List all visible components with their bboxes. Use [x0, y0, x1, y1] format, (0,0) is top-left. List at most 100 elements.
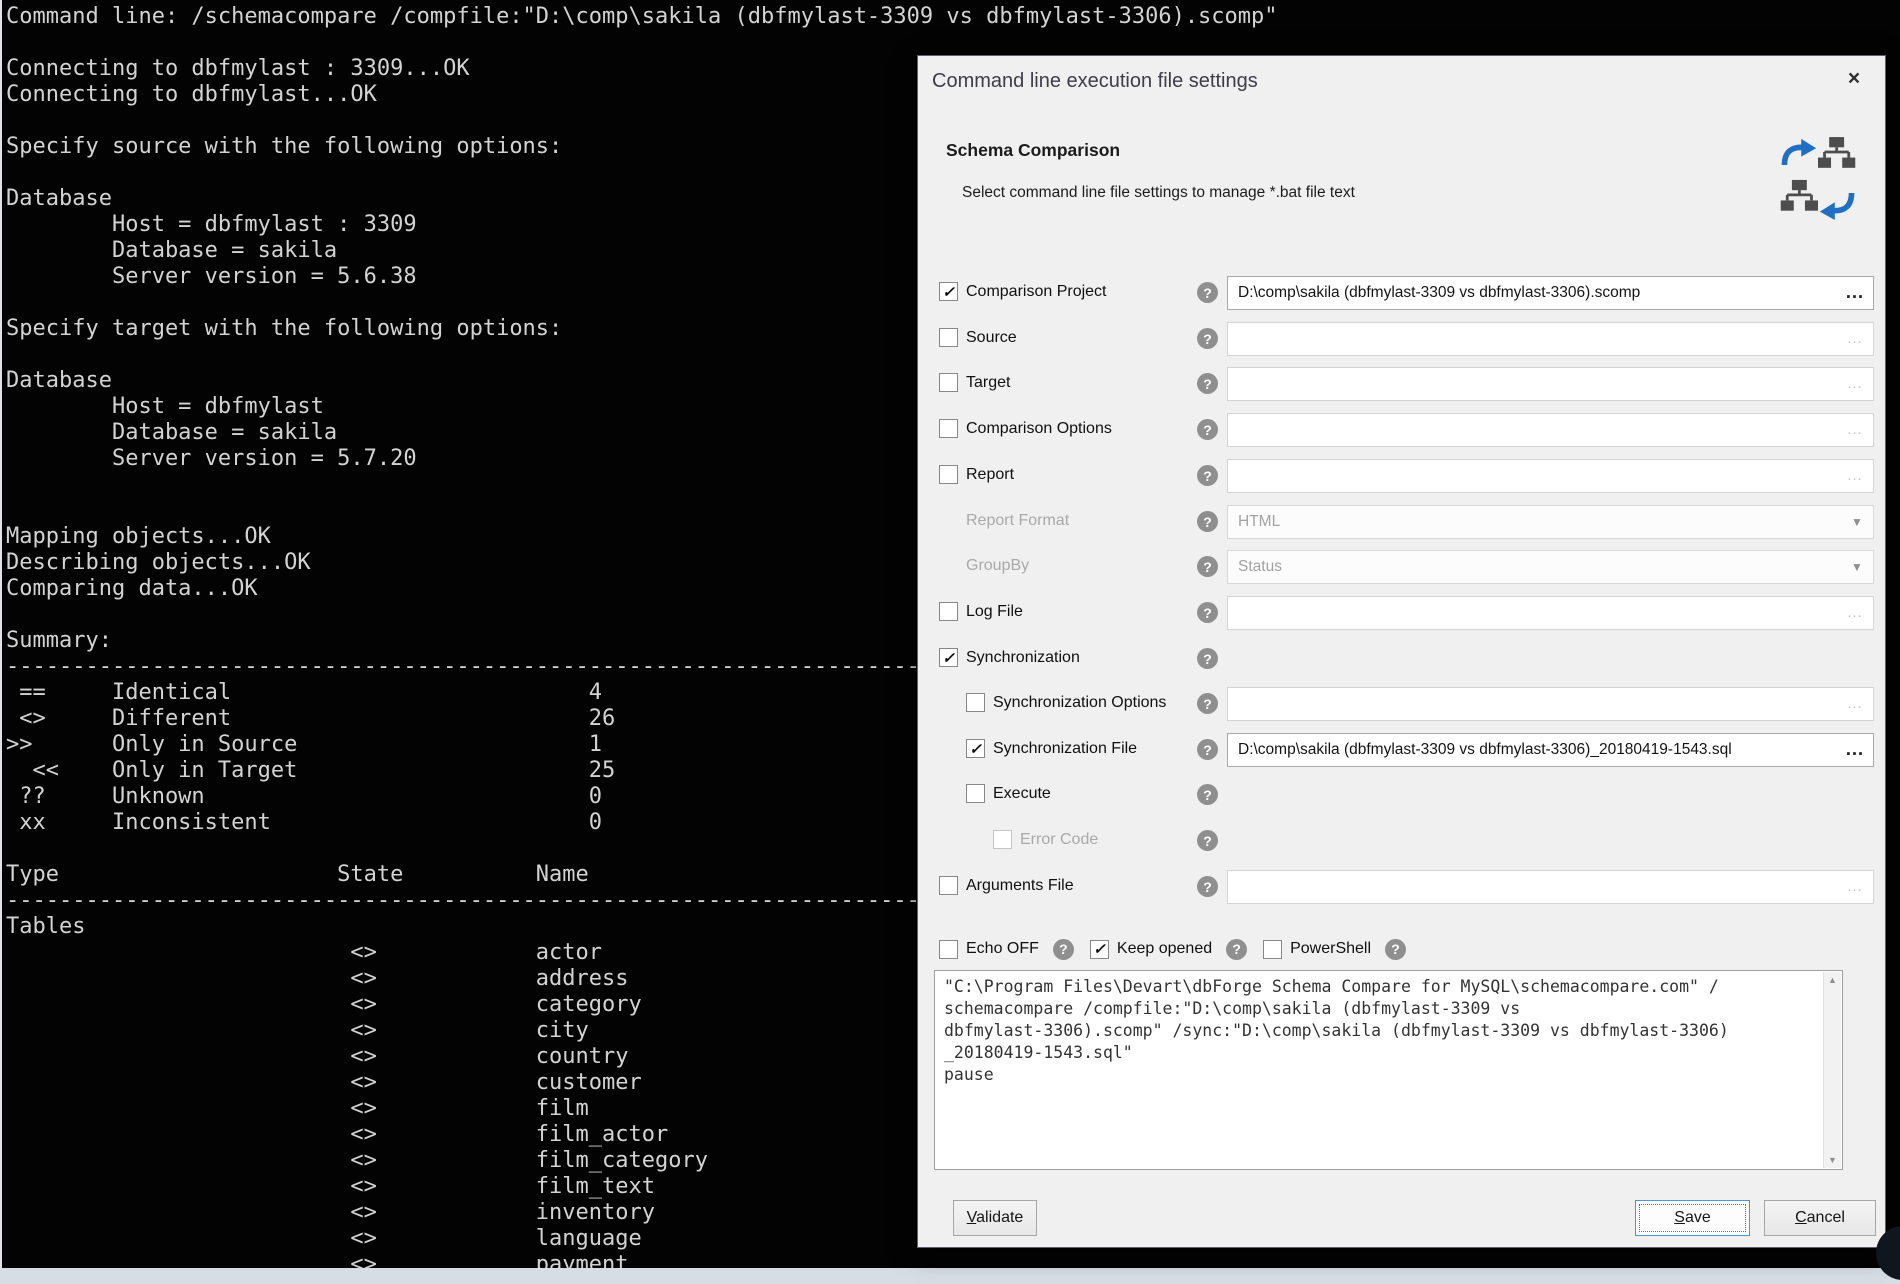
report-input[interactable]: …: [1227, 459, 1874, 493]
echo-off-checkbox[interactable]: [939, 940, 958, 959]
powershell-label: PowerShell: [1290, 940, 1371, 958]
help-icon[interactable]: ?: [1197, 511, 1218, 532]
comparison-project-label: Comparison Project: [966, 283, 1107, 301]
validate-button-label: Validate: [967, 1209, 1024, 1227]
target-checkbox[interactable]: [939, 373, 958, 392]
help-icon[interactable]: ?: [1053, 939, 1074, 960]
help-icon[interactable]: ?: [1226, 939, 1247, 960]
execute-label: Execute: [993, 785, 1051, 803]
bat-options-row: Echo OFF ? ✓ Keep opened ? PowerShell ?: [939, 932, 1422, 966]
row-source: Source ? …: [939, 322, 1874, 356]
schema-comparison-heading: Schema Comparison: [946, 140, 1120, 161]
chevron-down-icon[interactable]: ▼: [1841, 515, 1873, 529]
help-icon[interactable]: ?: [1385, 939, 1406, 960]
browse-button[interactable]: …: [1837, 282, 1873, 304]
groupby-label: GroupBy: [966, 557, 1029, 575]
synchronization-file-checkbox[interactable]: ✓: [966, 739, 985, 758]
synchronization-options-label: Synchronization Options: [993, 694, 1166, 712]
synchronization-file-input[interactable]: D:\comp\sakila (dbfmylast-3309 vs dbfmyl…: [1227, 733, 1874, 767]
comparison-project-input[interactable]: D:\comp\sakila (dbfmylast-3309 vs dbfmyl…: [1227, 276, 1874, 310]
scroll-down-icon[interactable]: ▼: [1824, 1155, 1841, 1165]
groupby-value: Status: [1228, 558, 1841, 576]
chevron-down-icon[interactable]: ▼: [1841, 560, 1873, 574]
help-icon[interactable]: ?: [1197, 739, 1218, 760]
help-icon[interactable]: ?: [1197, 419, 1218, 440]
echo-off-label: Echo OFF: [966, 940, 1039, 958]
browse-button[interactable]: …: [1837, 695, 1873, 713]
groupby-dropdown[interactable]: Status ▼: [1227, 550, 1874, 584]
save-button-label: Save: [1674, 1209, 1710, 1227]
browse-button[interactable]: …: [1837, 330, 1873, 348]
synchronization-checkbox[interactable]: ✓: [939, 648, 958, 667]
textarea-scrollbar[interactable]: ▲ ▼: [1823, 972, 1841, 1168]
scroll-up-icon[interactable]: ▲: [1824, 975, 1841, 985]
row-synchronization-file: ✓ Synchronization File ? D:\comp\sakila …: [939, 733, 1874, 767]
help-icon[interactable]: ?: [1197, 876, 1218, 897]
close-icon[interactable]: ×: [1839, 64, 1869, 94]
source-checkbox[interactable]: [939, 328, 958, 347]
error-code-label: Error Code: [1020, 831, 1098, 849]
browse-button[interactable]: …: [1837, 421, 1873, 439]
schema-compare-icon: [1777, 134, 1859, 229]
arguments-file-checkbox[interactable]: [939, 876, 958, 895]
row-comparison-options: Comparison Options ? …: [939, 413, 1874, 447]
row-groupby: GroupBy ? Status ▼: [939, 550, 1874, 584]
help-icon[interactable]: ?: [1197, 328, 1218, 349]
powershell-checkbox[interactable]: [1263, 940, 1282, 959]
help-icon[interactable]: ?: [1197, 693, 1218, 714]
browse-button[interactable]: …: [1837, 739, 1873, 761]
source-label: Source: [966, 329, 1017, 347]
comparison-project-checkbox[interactable]: ✓: [939, 282, 958, 301]
comparison-project-value: D:\comp\sakila (dbfmylast-3309 vs dbfmyl…: [1228, 284, 1837, 302]
row-comparison-project: ✓ Comparison Project ? D:\comp\sakila (d…: [939, 276, 1874, 310]
help-icon[interactable]: ?: [1197, 648, 1218, 669]
help-icon[interactable]: ?: [1197, 282, 1218, 303]
browse-button[interactable]: …: [1837, 878, 1873, 896]
check-icon: ✓: [942, 649, 955, 667]
browse-button[interactable]: …: [1837, 467, 1873, 485]
comparison-options-input[interactable]: …: [1227, 413, 1874, 447]
help-icon[interactable]: ?: [1197, 556, 1218, 577]
validate-button[interactable]: Validate: [953, 1200, 1037, 1236]
execute-checkbox[interactable]: [966, 784, 985, 803]
report-format-label: Report Format: [966, 512, 1069, 530]
keep-opened-option: ✓ Keep opened ?: [1090, 939, 1247, 960]
report-format-dropdown[interactable]: HTML ▼: [1227, 505, 1874, 539]
comparison-options-checkbox[interactable]: [939, 419, 958, 438]
synchronization-file-value: D:\comp\sakila (dbfmylast-3309 vs dbfmyl…: [1228, 741, 1837, 759]
arguments-file-input[interactable]: …: [1227, 870, 1874, 904]
error-code-checkbox: [993, 830, 1012, 849]
help-icon[interactable]: ?: [1197, 602, 1218, 623]
synchronization-options-checkbox[interactable]: [966, 693, 985, 712]
help-icon[interactable]: ?: [1197, 830, 1218, 851]
cancel-button[interactable]: Cancel: [1764, 1200, 1876, 1236]
dialog-subtitle: Select command line file settings to man…: [962, 184, 1355, 202]
report-format-value: HTML: [1228, 513, 1841, 531]
log-file-input[interactable]: …: [1227, 596, 1874, 630]
keep-opened-checkbox[interactable]: ✓: [1090, 940, 1109, 959]
target-label: Target: [966, 374, 1010, 392]
keep-opened-label: Keep opened: [1117, 940, 1212, 958]
dialog-command-line-execution-file-settings: Command line execution file settings × S…: [917, 55, 1886, 1248]
row-execute: Execute ?: [939, 778, 1874, 812]
source-input[interactable]: …: [1227, 322, 1874, 356]
echo-off-option: Echo OFF ?: [939, 939, 1074, 960]
check-icon: ✓: [969, 740, 982, 758]
bat-script-textarea[interactable]: "C:\Program Files\Devart\dbForge Schema …: [934, 970, 1843, 1170]
browse-button[interactable]: …: [1837, 375, 1873, 393]
window-bottom-edge: [0, 1268, 1900, 1284]
window-left-edge: [0, 0, 2, 1284]
synchronization-options-input[interactable]: …: [1227, 687, 1874, 721]
target-input[interactable]: …: [1227, 367, 1874, 401]
help-icon[interactable]: ?: [1197, 465, 1218, 486]
powershell-option: PowerShell ?: [1263, 939, 1406, 960]
help-icon[interactable]: ?: [1197, 373, 1218, 394]
log-file-checkbox[interactable]: [939, 602, 958, 621]
save-button[interactable]: Save: [1635, 1200, 1750, 1236]
row-report-format: Report Format ? HTML ▼: [939, 505, 1874, 539]
help-icon[interactable]: ?: [1197, 784, 1218, 805]
row-arguments-file: Arguments File ? …: [939, 870, 1874, 904]
report-checkbox[interactable]: [939, 465, 958, 484]
browse-button[interactable]: …: [1837, 604, 1873, 622]
check-icon: ✓: [942, 283, 955, 301]
